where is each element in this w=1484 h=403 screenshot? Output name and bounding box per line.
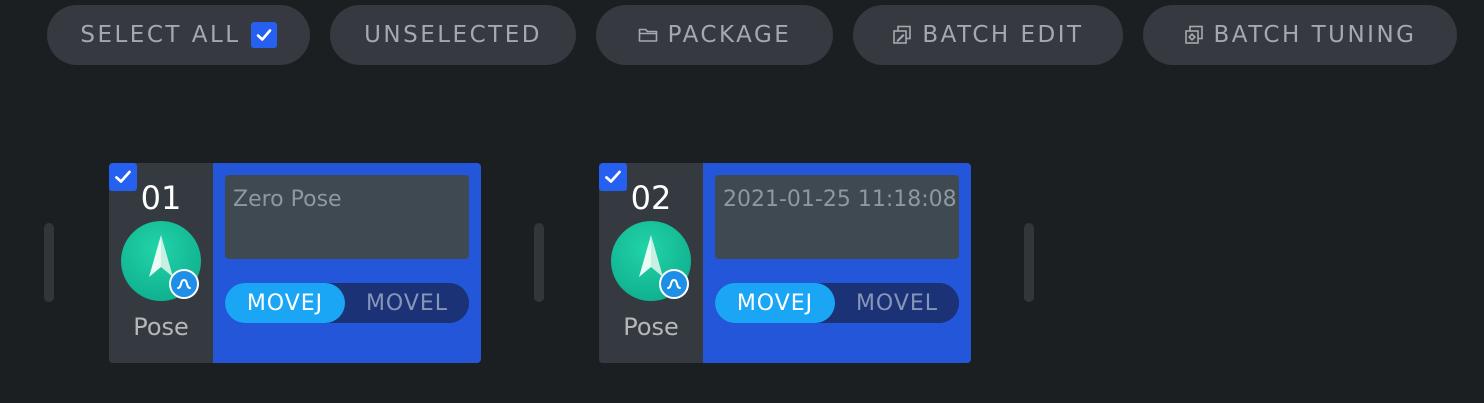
- card-number: 01: [140, 179, 182, 217]
- pose-name-field[interactable]: 2021-01-25 11:18:08: [715, 175, 959, 259]
- select-all-button[interactable]: SELECT ALL: [47, 5, 310, 65]
- card-type-label: Pose: [133, 313, 189, 341]
- checkmark-icon: [256, 29, 271, 41]
- movej-button[interactable]: MOVEJ: [225, 283, 345, 323]
- pose-card-info: 02 Pose: [599, 163, 703, 363]
- pose-card[interactable]: 01 Pose Zero Pose MOVEJ MOVEL: [109, 163, 481, 363]
- movej-button[interactable]: MOVEJ: [715, 283, 835, 323]
- pose-card[interactable]: 02 Pose 2021-01-25 11:18:08 MOVEJ MOVEL: [599, 163, 971, 363]
- select-all-checkbox[interactable]: [250, 22, 277, 48]
- folder-icon: [638, 27, 658, 43]
- movel-button[interactable]: MOVEL: [345, 283, 469, 323]
- card-type-label: Pose: [623, 313, 679, 341]
- movel-button[interactable]: MOVEL: [835, 283, 959, 323]
- package-button[interactable]: PACKAGE: [596, 5, 833, 65]
- tuning-copy-icon: [1184, 25, 1204, 45]
- motion-badge-icon: [659, 269, 689, 299]
- pose-name-field[interactable]: Zero Pose: [225, 175, 469, 259]
- motion-mode-toggle: MOVEJ MOVEL: [715, 283, 959, 323]
- insert-slot[interactable]: [44, 223, 54, 302]
- package-label: PACKAGE: [667, 22, 792, 48]
- select-all-label: SELECT ALL: [80, 22, 241, 48]
- edit-copy-icon: [892, 25, 912, 45]
- motion-badge-icon: [169, 269, 199, 299]
- toolbar: SELECT ALL UNSELECTED PACKAGE BATCH EDIT: [0, 0, 1484, 70]
- unselected-button[interactable]: UNSELECTED: [330, 5, 576, 65]
- pose-card-info: 01 Pose: [109, 163, 213, 363]
- batch-tuning-label: BATCH TUNING: [1213, 22, 1417, 48]
- batch-edit-button[interactable]: BATCH EDIT: [853, 5, 1123, 65]
- batch-tuning-button[interactable]: BATCH TUNING: [1143, 5, 1457, 65]
- card-number: 02: [630, 179, 672, 217]
- insert-slot[interactable]: [1024, 223, 1034, 302]
- motion-mode-toggle: MOVEJ MOVEL: [225, 283, 469, 323]
- batch-edit-label: BATCH EDIT: [922, 22, 1084, 48]
- unselected-label: UNSELECTED: [364, 22, 542, 48]
- insert-slot[interactable]: [534, 223, 544, 302]
